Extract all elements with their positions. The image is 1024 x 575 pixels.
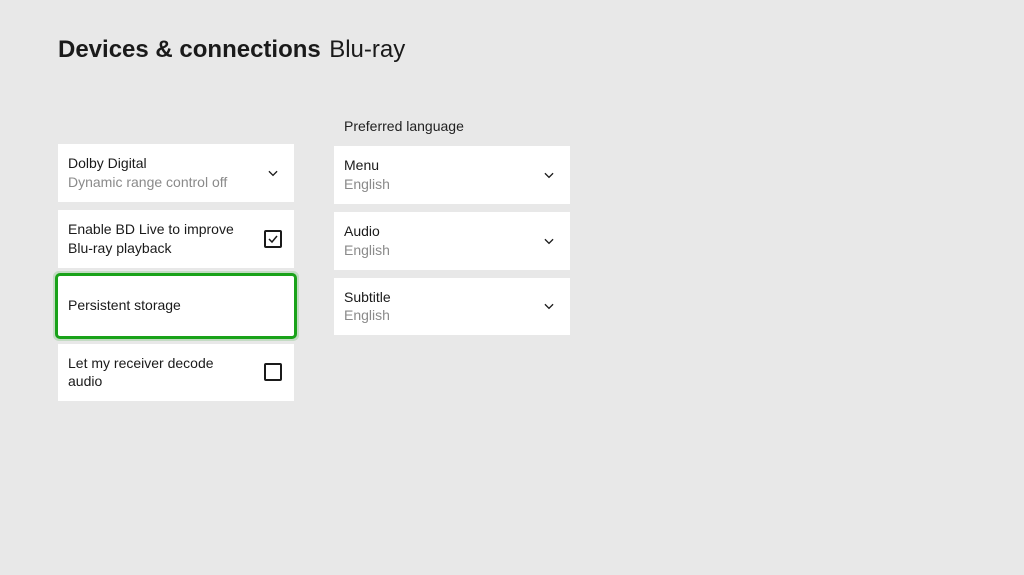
menu-language-dropdown[interactable]: Menu English: [334, 146, 570, 204]
preferred-language-label: Preferred language: [334, 118, 570, 134]
checkbox-checked-icon: [264, 230, 282, 248]
checkbox-unchecked-icon: [264, 363, 282, 381]
page-title-sub: Blu-ray: [329, 36, 405, 63]
chevron-down-icon: [542, 168, 556, 182]
dolby-value: Dynamic range control off: [68, 173, 250, 192]
page-title-main: Devices & connections: [58, 36, 321, 63]
bdlive-toggle[interactable]: Enable BD Live to improve Blu-ray playba…: [58, 210, 294, 268]
bdlive-label: Enable BD Live to improve Blu-ray playba…: [68, 220, 250, 258]
dolby-label: Dolby Digital: [68, 154, 250, 173]
receiver-decode-toggle[interactable]: Let my receiver decode audio: [58, 344, 294, 402]
receiver-label: Let my receiver decode audio: [68, 354, 250, 392]
audio-label: Audio: [344, 222, 526, 241]
audio-value: English: [344, 241, 526, 260]
left-spacer: [58, 118, 294, 144]
page-header: Devices & connections Blu-ray: [0, 0, 1024, 64]
audio-language-dropdown[interactable]: Audio English: [334, 212, 570, 270]
right-column: Preferred language Menu English Audio En…: [334, 118, 570, 343]
subtitle-language-dropdown[interactable]: Subtitle English: [334, 278, 570, 336]
chevron-down-icon: [542, 299, 556, 313]
persistent-label: Persistent storage: [68, 296, 250, 315]
dolby-digital-dropdown[interactable]: Dolby Digital Dynamic range control off: [58, 144, 294, 202]
menu-value: English: [344, 175, 526, 194]
left-column: Dolby Digital Dynamic range control off …: [58, 118, 294, 409]
content-area: Dolby Digital Dynamic range control off …: [0, 64, 1024, 409]
chevron-down-icon: [542, 234, 556, 248]
menu-label: Menu: [344, 156, 526, 175]
chevron-down-icon: [266, 166, 280, 180]
persistent-storage-button[interactable]: Persistent storage: [58, 276, 294, 336]
subtitle-value: English: [344, 306, 526, 325]
subtitle-label: Subtitle: [344, 288, 526, 307]
